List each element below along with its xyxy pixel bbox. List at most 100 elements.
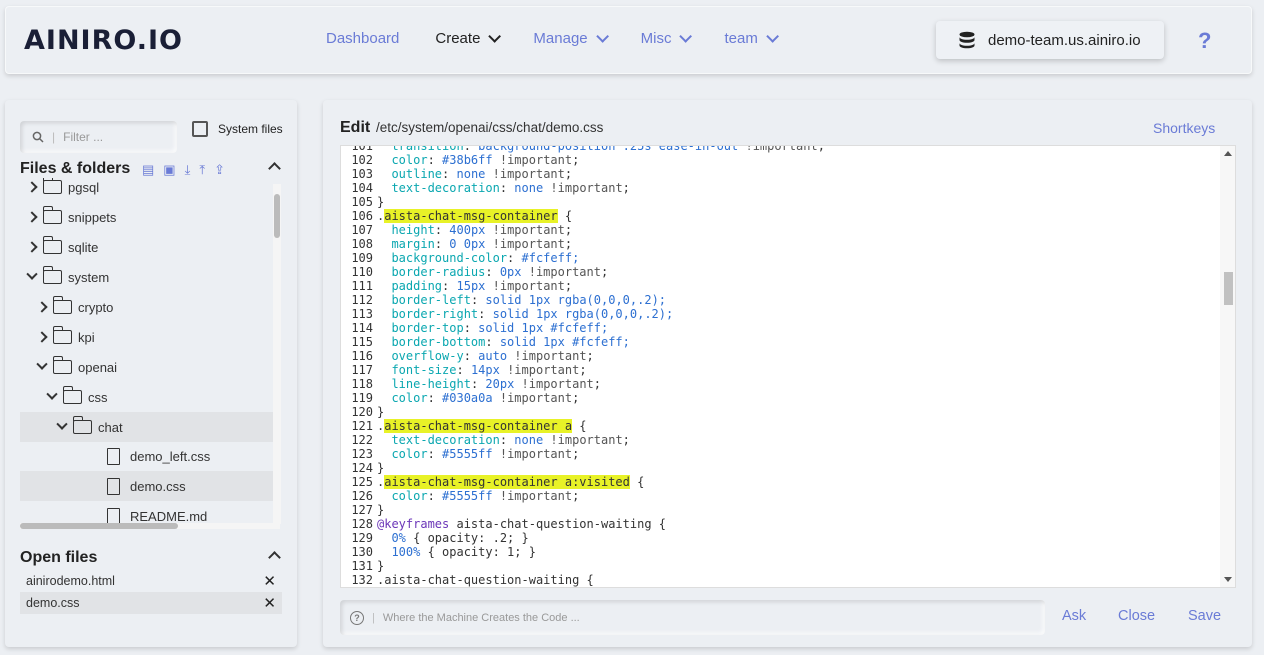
- line-code: 100% { opacity: 1; }: [391, 545, 536, 559]
- tree-item-demo-css[interactable]: demo.css: [20, 471, 274, 501]
- code-line: 110 border-radius: 0px !important;: [341, 265, 608, 279]
- line-number: 129: [351, 531, 373, 545]
- nav-manage[interactable]: Manage: [533, 30, 609, 47]
- tree-vertical-scrollbar[interactable]: [273, 184, 281, 524]
- line-code: @keyframes aista-chat-question-waiting {: [377, 517, 666, 531]
- chevron-up-icon[interactable]: [268, 162, 281, 175]
- open-file-label: ainirodemo.html: [26, 574, 115, 588]
- tree-item-system[interactable]: system: [20, 262, 274, 292]
- tree-item-css[interactable]: css: [20, 382, 274, 412]
- line-number: 101: [351, 145, 373, 153]
- close-icon[interactable]: ✕: [263, 594, 276, 612]
- line-code: color: #38b6ff !important;: [391, 153, 580, 167]
- code-line: 125 .aista-chat-msg-container a:visited {: [341, 475, 644, 489]
- nav-misc[interactable]: Misc: [641, 30, 693, 47]
- tree-item-openai[interactable]: openai: [20, 352, 274, 382]
- line-number: 115: [351, 335, 373, 349]
- nav-team[interactable]: team: [724, 30, 779, 47]
- line-code: }: [377, 195, 385, 209]
- save-button[interactable]: Save: [1188, 608, 1221, 624]
- chevron-down-icon: [25, 268, 38, 280]
- edit-title: Edit: [340, 119, 371, 136]
- line-number: 123: [351, 447, 373, 461]
- folder-icon: [42, 236, 62, 254]
- scroll-down-icon[interactable]: [1224, 577, 1232, 582]
- code-line: 114 border-top: solid 1px #fcfeff;: [341, 321, 608, 335]
- close-button[interactable]: Close: [1118, 608, 1155, 624]
- code-editor[interactable]: 101 transition: background-position .25s…: [340, 145, 1236, 588]
- scrollbar-thumb[interactable]: [20, 523, 178, 529]
- line-code: text-decoration: none !important;: [391, 433, 630, 447]
- logo[interactable]: AINIRO.IO: [24, 24, 183, 56]
- scrollbar-thumb[interactable]: [1224, 272, 1233, 305]
- line-number: 122: [351, 433, 373, 447]
- file-toolbar: ▤ ▣ ⤓ ⤒ ⇪: [142, 162, 234, 178]
- line-number: 132: [351, 573, 373, 587]
- line-code: border-bottom: solid 1px #fcfeff;: [391, 335, 630, 349]
- question-icon: ?: [350, 610, 364, 625]
- tree-label: demo_left.css: [130, 448, 211, 464]
- line-number: 114: [351, 321, 373, 335]
- line-number: 102: [351, 153, 373, 167]
- tree-item-snippets[interactable]: snippets: [20, 202, 274, 232]
- chevron-down-icon: [766, 30, 779, 43]
- tree-item-pgsql[interactable]: pgsql: [20, 178, 274, 202]
- code-line: 103 outline: none !important;: [341, 167, 572, 181]
- line-code: color: #030a0a !important;: [391, 391, 580, 405]
- line-code: text-decoration: none !important;: [391, 181, 630, 195]
- open-file-demo-css[interactable]: demo.css ✕: [20, 592, 282, 614]
- tree-item-demo-left-css[interactable]: demo_left.css: [20, 441, 274, 471]
- help-icon[interactable]: ?: [1198, 28, 1211, 54]
- code-line: 112 border-left: solid 1px rgba(0,0,0,.2…: [341, 293, 666, 307]
- line-code: padding: 15px !important;: [391, 279, 573, 293]
- code-line: 124}: [341, 461, 384, 475]
- tree-item-readme[interactable]: README.md: [20, 501, 274, 524]
- database-icon: [959, 31, 975, 49]
- folder-open-icon: [62, 386, 82, 404]
- system-files-checkbox[interactable]: [192, 121, 208, 137]
- upload-icon[interactable]: ⤒: [199, 162, 205, 178]
- line-code: }: [377, 559, 385, 573]
- line-code: .aista-chat-msg-container {: [377, 209, 573, 223]
- code-line: 104 text-decoration: none !important;: [341, 181, 630, 195]
- line-number: 103: [351, 167, 373, 181]
- shortkeys-link[interactable]: Shortkeys: [1153, 120, 1215, 136]
- download-icon[interactable]: ⤓: [185, 162, 191, 178]
- tree-item-sqlite[interactable]: sqlite: [20, 232, 274, 262]
- scroll-up-icon[interactable]: [1224, 151, 1232, 156]
- chevron-down-icon: [35, 358, 48, 370]
- system-files-toggle[interactable]: System files: [192, 121, 283, 137]
- ai-prompt-input[interactable]: ? | Where the Machine Creates the Code .…: [340, 600, 1045, 635]
- close-icon[interactable]: ✕: [263, 572, 276, 590]
- open-file-ainirodemo[interactable]: ainirodemo.html ✕: [20, 570, 282, 592]
- line-number: 109: [351, 251, 373, 265]
- new-file-icon[interactable]: ▤: [142, 162, 154, 178]
- system-files-label: System files: [218, 122, 283, 136]
- tree-item-kpi[interactable]: kpi: [20, 322, 274, 352]
- tree-item-chat[interactable]: chat: [20, 412, 274, 442]
- code-line: 105}: [341, 195, 384, 209]
- scrollbar-thumb[interactable]: [274, 194, 280, 238]
- chevron-up-icon[interactable]: [268, 551, 281, 564]
- prompt-placeholder: Where the Machine Creates the Code ...: [382, 611, 580, 624]
- nav-dashboard[interactable]: Dashboard: [326, 30, 399, 47]
- tree-horizontal-scrollbar[interactable]: [20, 523, 280, 529]
- filter-input[interactable]: | Filter ...: [20, 121, 177, 153]
- nav-label: Manage: [533, 30, 588, 47]
- editor-panel: Edit /etc/system/openai/css/chat/demo.cs…: [323, 100, 1252, 647]
- tree-item-crypto[interactable]: crypto: [20, 292, 274, 322]
- ask-button[interactable]: Ask: [1062, 608, 1086, 624]
- code-line: 122 text-decoration: none !important;: [341, 433, 630, 447]
- line-number: 121: [351, 419, 373, 433]
- nav-create[interactable]: Create: [435, 30, 502, 47]
- file-icon: [107, 447, 120, 465]
- new-folder-icon[interactable]: ▣: [163, 162, 175, 178]
- upload-folder-icon[interactable]: ⇪: [214, 162, 225, 178]
- tree-label: demo.css: [130, 478, 186, 494]
- server-button[interactable]: demo-team.us.ainiro.io: [936, 21, 1164, 59]
- line-number: 125: [351, 475, 373, 489]
- folder-icon: [52, 296, 72, 314]
- line-code: }: [377, 405, 385, 419]
- folder-icon: [52, 326, 72, 344]
- editor-scrollbar[interactable]: [1220, 146, 1235, 587]
